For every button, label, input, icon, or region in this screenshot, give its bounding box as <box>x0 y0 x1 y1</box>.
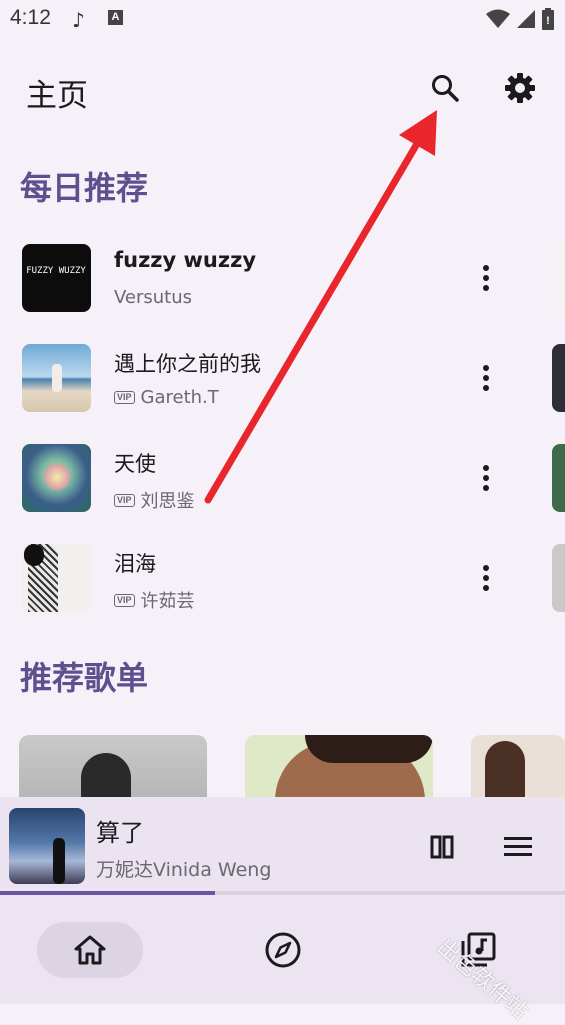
now-playing-cover <box>9 808 85 884</box>
signal-icon <box>516 10 535 28</box>
vip-badge: VIP <box>114 493 135 507</box>
vip-badge: VIP <box>114 391 135 404</box>
song-title: 天使 <box>114 452 156 476</box>
more-options-button[interactable] <box>470 358 502 398</box>
mini-player[interactable]: 算了 万妮达Vinida Weng <box>0 797 565 897</box>
playlist-card[interactable] <box>245 735 433 805</box>
playlist-card[interactable] <box>19 735 207 805</box>
song-row[interactable]: 泪海 VIP 许茹芸 <box>0 544 540 644</box>
svg-text:!: ! <box>546 15 550 27</box>
song-title: 泪海 <box>114 552 156 576</box>
artist-name: Gareth.T <box>140 387 219 408</box>
song-artist: VIP 许茹芸 <box>114 587 195 613</box>
home-icon <box>74 935 106 965</box>
artist-name: Versutus <box>114 287 193 308</box>
more-options-button[interactable] <box>470 258 502 298</box>
song-cover <box>22 544 91 612</box>
song-row[interactable]: 天使 VIP 刘思鉴 <box>0 444 540 544</box>
daily-recommend-heading: 每日推荐 <box>20 169 149 207</box>
song-artist: VIP 刘思鉴 <box>114 487 195 513</box>
font-a-icon: A <box>108 10 123 25</box>
wifi-icon <box>485 9 510 28</box>
status-time: 4:12 <box>10 6 51 29</box>
song-artist: VIP Gareth.T <box>114 387 219 408</box>
artist-name: 刘思鉴 <box>140 491 195 512</box>
next-column-cover[interactable] <box>552 244 565 312</box>
nav-explore[interactable] <box>230 922 336 978</box>
next-column-cover[interactable] <box>552 544 565 612</box>
next-column-cover[interactable] <box>552 444 565 512</box>
status-bar: 4:12 ♪ A ! <box>0 0 565 38</box>
vip-badge: VIP <box>114 593 135 607</box>
settings-icon <box>505 73 535 103</box>
artist-name: 许茹芸 <box>140 591 195 612</box>
next-column-cover[interactable] <box>552 344 565 412</box>
song-row[interactable]: 遇上你之前的我 VIP Gareth.T <box>0 344 540 444</box>
pause-icon <box>430 835 454 859</box>
song-title: fuzzy wuzzy <box>114 248 257 272</box>
song-cover <box>22 444 91 512</box>
queue-button[interactable] <box>496 827 540 867</box>
song-row[interactable]: FUZZY WUZZY fuzzy wuzzy Versutus <box>0 244 540 344</box>
page-title: 主页 <box>26 78 88 114</box>
now-playing-title: 算了 <box>96 819 144 847</box>
settings-button[interactable] <box>498 66 542 110</box>
battery-icon: ! <box>542 8 554 30</box>
song-title: 遇上你之前的我 <box>114 352 261 376</box>
menu-icon <box>504 837 532 856</box>
explore-icon <box>265 932 301 968</box>
more-options-button[interactable] <box>470 458 502 498</box>
cover-text: FUZZY WUZZY <box>26 266 86 276</box>
playlist-card[interactable] <box>471 735 565 805</box>
search-icon <box>432 75 459 102</box>
status-indicators: ! <box>485 8 555 30</box>
music-note-icon: ♪ <box>72 8 85 32</box>
song-cover <box>22 344 91 412</box>
pause-button[interactable] <box>420 827 464 867</box>
song-cover: FUZZY WUZZY <box>22 244 91 312</box>
search-button[interactable] <box>423 66 467 110</box>
more-options-button[interactable] <box>470 558 502 598</box>
nav-home[interactable] <box>37 922 143 978</box>
playlists-heading: 推荐歌单 <box>20 659 149 697</box>
song-artist: Versutus <box>114 287 192 308</box>
now-playing-artist: 万妮达Vinida Weng <box>96 859 272 881</box>
